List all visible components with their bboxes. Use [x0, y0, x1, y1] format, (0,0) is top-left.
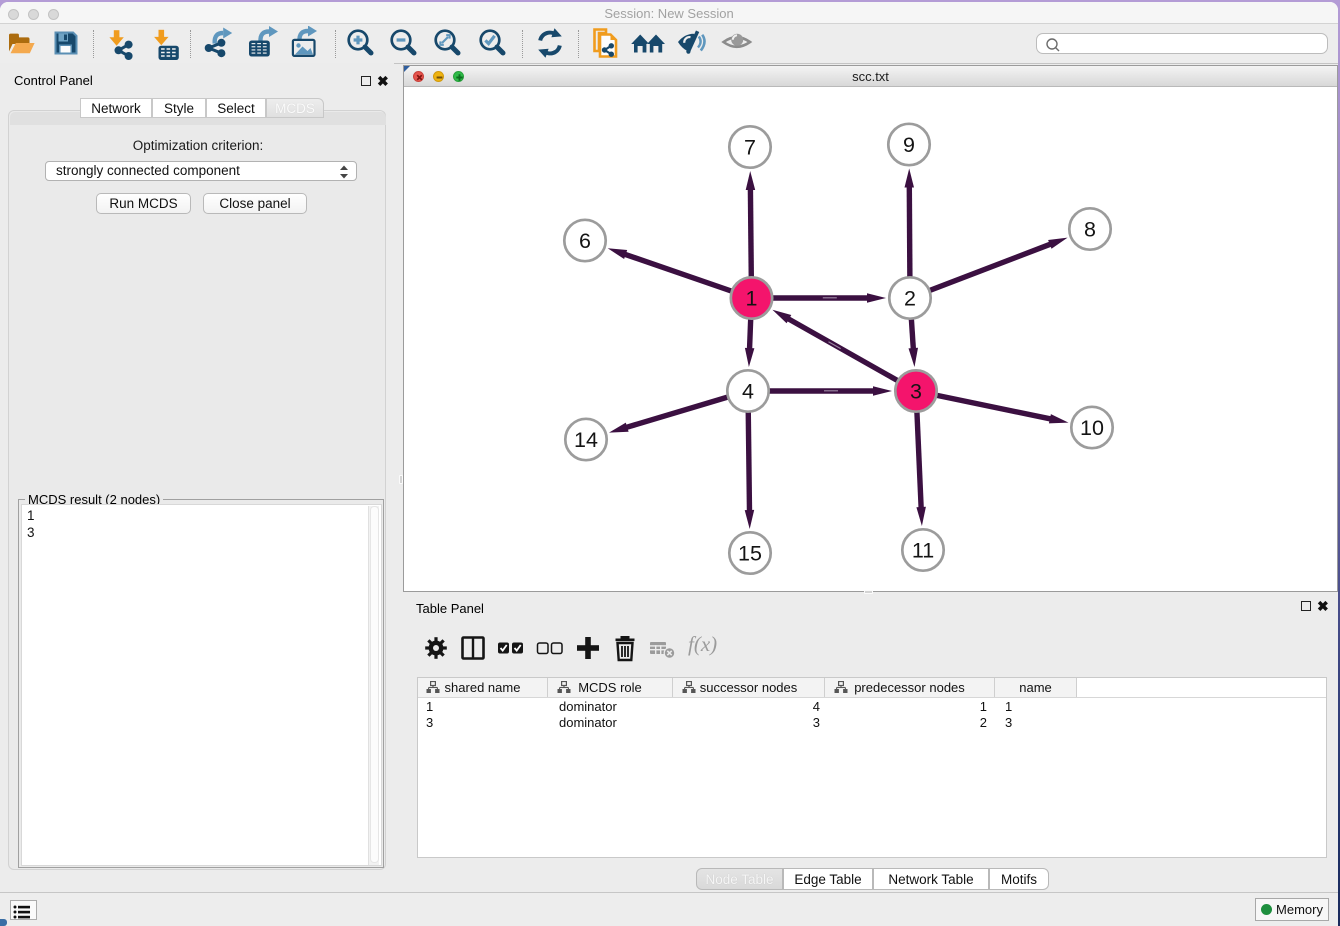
svg-text:15: 15 — [738, 542, 762, 566]
svg-text:1: 1 — [746, 287, 758, 311]
svg-text:2: 2 — [904, 287, 916, 311]
svg-text:4: 4 — [742, 380, 754, 404]
svg-text:7: 7 — [744, 136, 756, 160]
svg-text:8: 8 — [1084, 218, 1096, 242]
svg-text:11: 11 — [912, 539, 934, 563]
svg-text:3: 3 — [910, 380, 922, 404]
svg-text:9: 9 — [903, 133, 915, 157]
svg-text:10: 10 — [1080, 416, 1104, 440]
svg-text:6: 6 — [579, 229, 591, 253]
svg-text:14: 14 — [574, 428, 598, 452]
